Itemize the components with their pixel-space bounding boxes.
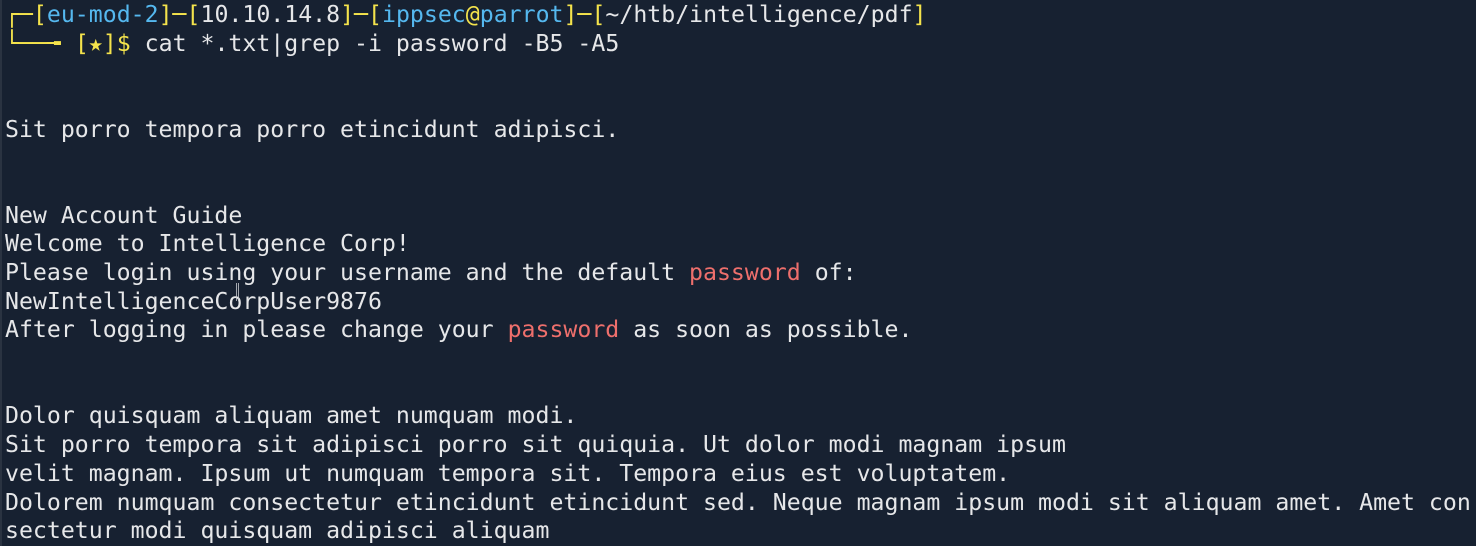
output-line: sectetur modi quisquam adipisci aliquam xyxy=(5,517,550,544)
grep-match: password xyxy=(507,316,620,343)
output-line: Sit porro tempora sit adipisci porro sit… xyxy=(5,431,1066,458)
i-beam-cursor-icon xyxy=(236,283,239,301)
command-line[interactable]: └──╼ [★]$ cat *.txt|grep -i password -B5… xyxy=(5,29,619,58)
prompt-dash: ─ xyxy=(354,1,369,28)
prompt-user: ippsec xyxy=(382,1,466,28)
output-line: Dolor quisquam aliquam amet numquam modi… xyxy=(5,402,578,429)
prompt-bracket: ] xyxy=(563,1,578,28)
prompt-header-line: ┌─[eu-mod-2]─[10.10.14.8]─[ippsec@parrot… xyxy=(5,0,927,29)
prompt-dollar: $ xyxy=(116,29,131,57)
prompt-bracket: [ xyxy=(74,29,89,57)
prompt-bracket: ] xyxy=(102,29,117,57)
prompt-bracket: [ xyxy=(32,1,47,28)
output-line-with-match: Please login using your username and the… xyxy=(5,258,857,287)
grep-match: password xyxy=(689,259,801,286)
prompt-host: parrot xyxy=(479,1,564,28)
output-text: as soon as possible. xyxy=(619,316,913,343)
command-text: cat *.txt|grep -i password -B5 -A5 xyxy=(130,29,620,57)
output-line: velit magnam. Ipsum ut numquam tempora s… xyxy=(5,459,1011,487)
output-line-with-match: After logging in please change your pass… xyxy=(5,315,912,344)
prompt-corner-top: ┌─ xyxy=(5,1,33,28)
prompt-corner-bottom: └──╼ xyxy=(5,29,75,57)
output-text: of: xyxy=(800,259,857,286)
prompt-server: eu-mod-2 xyxy=(46,1,159,28)
prompt-at: @ xyxy=(465,1,480,28)
prompt-bracket: ] xyxy=(340,1,355,28)
output-line: New Account Guide xyxy=(5,201,243,229)
prompt-bracket: [ xyxy=(591,1,606,28)
prompt-bracket: [ xyxy=(186,1,201,28)
prompt-bracket: [ xyxy=(368,1,382,28)
output-line: Dolorem numquam consectetur etincidunt e… xyxy=(5,488,1471,516)
prompt-bracket: ] xyxy=(158,1,173,28)
terminal-window[interactable]: ┌─[eu-mod-2]─[10.10.14.8]─[ippsec@parrot… xyxy=(0,0,1476,546)
output-text: After logging in please change your xyxy=(5,316,508,343)
prompt-bracket: ] xyxy=(912,1,927,28)
output-line: Welcome to Intelligence Corp! xyxy=(5,230,410,257)
output-line: NewIntelligenceCorpUser9876 xyxy=(5,287,382,315)
prompt-path: ~/htb/intelligence/pdf xyxy=(605,1,913,28)
output-text: Please login using your username and the… xyxy=(5,259,690,286)
output-line: Sit porro tempora porro etincidunt adipi… xyxy=(5,115,620,143)
star-icon: ★ xyxy=(88,29,103,57)
prompt-dash: ─ xyxy=(172,1,187,28)
prompt-dash: ─ xyxy=(577,1,592,28)
prompt-ip: 10.10.14.8 xyxy=(200,1,341,28)
